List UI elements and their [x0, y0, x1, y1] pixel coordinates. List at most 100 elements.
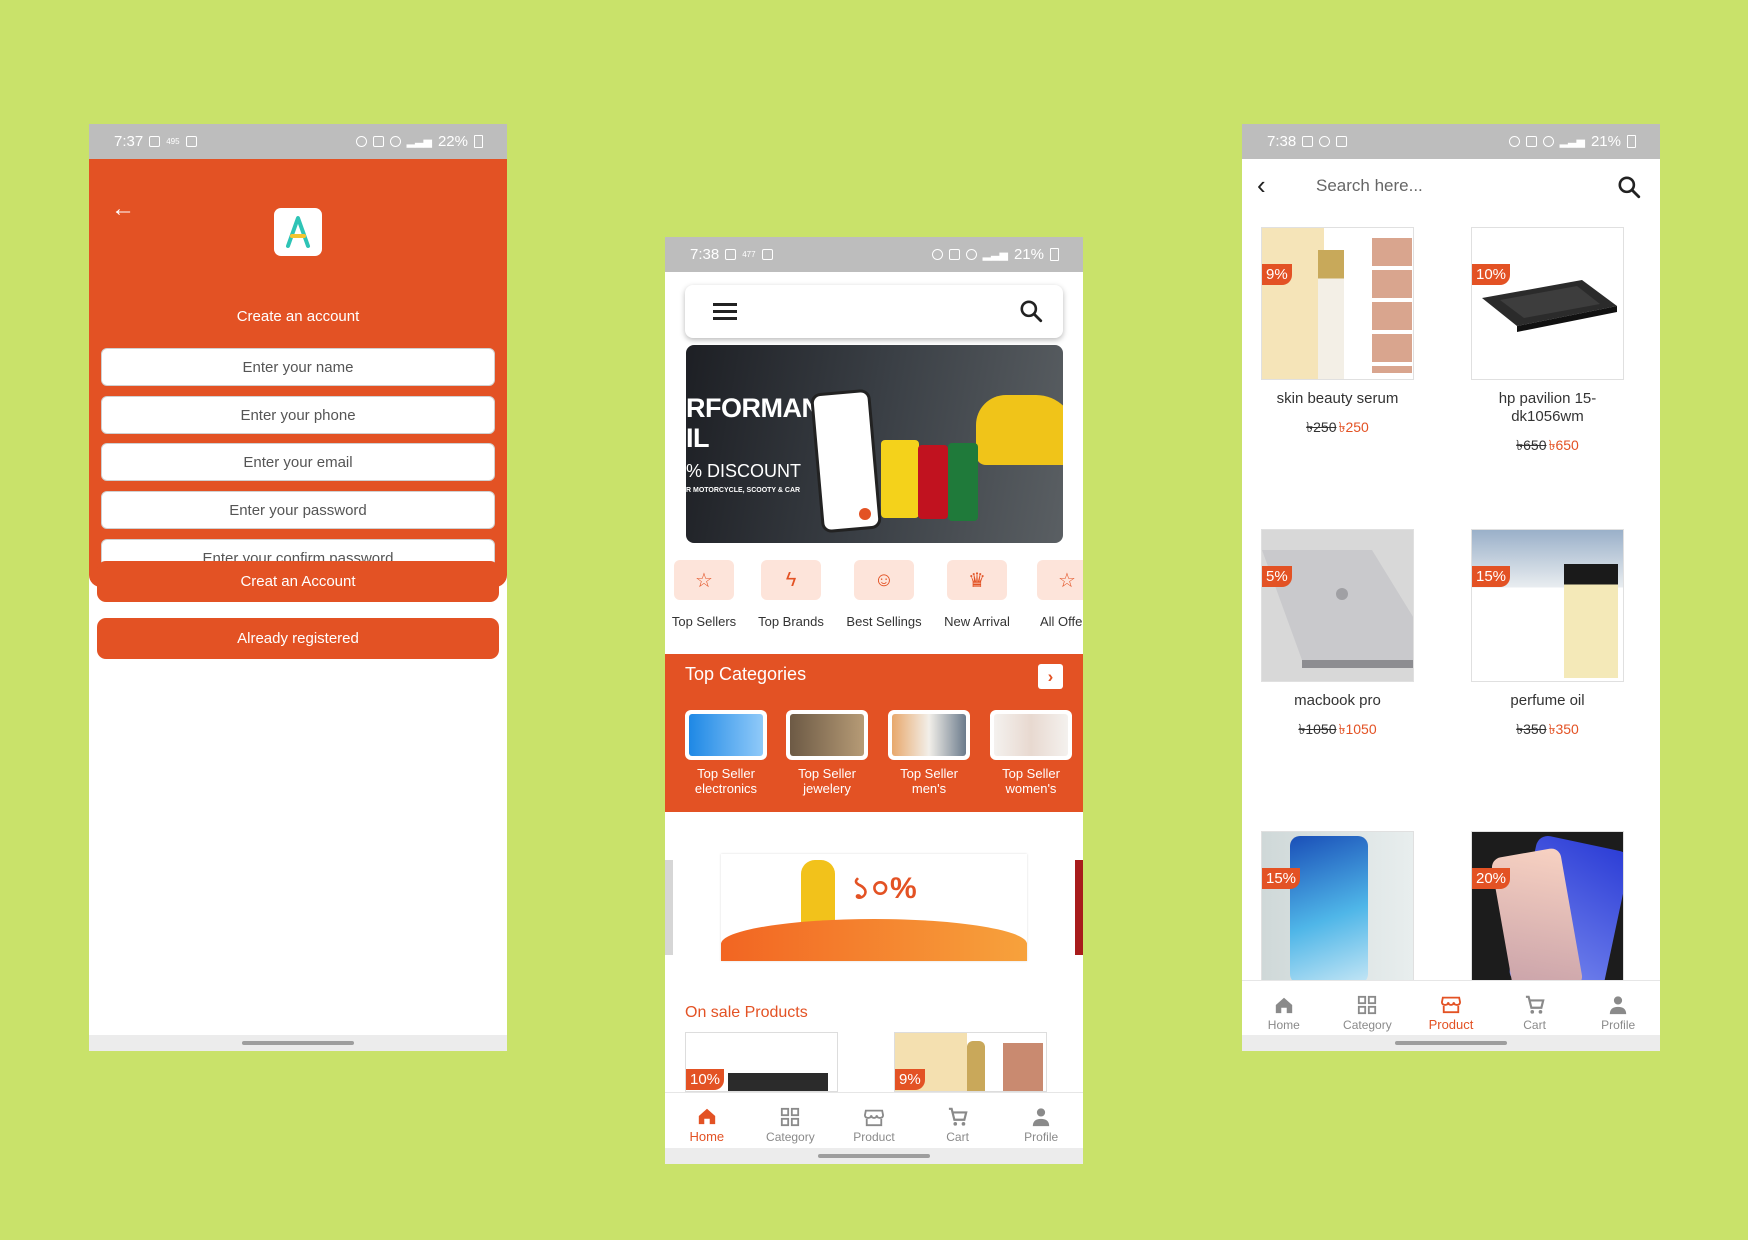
smile-icon: ☺	[854, 560, 914, 600]
quick-link-label: New Arrival	[944, 614, 1010, 629]
nav-label: Product	[1428, 1017, 1474, 1032]
register-header: ← Create an account Enter your name Ente…	[89, 159, 507, 587]
discount-badge: 10%	[686, 1069, 725, 1090]
status-time: 7:38	[690, 246, 720, 263]
signal-icon: ▂▃▅	[1559, 136, 1585, 148]
skin-image	[1372, 238, 1412, 373]
hero-banner[interactable]: RFORMANCE IL % DISCOUNT R MOTORCYCLE, SC…	[686, 345, 1063, 543]
serum-box-image	[1262, 228, 1324, 379]
search-input[interactable]: Search here...	[1316, 176, 1423, 196]
grid-icon	[781, 1107, 800, 1126]
gesture-bar	[665, 1148, 1083, 1164]
wifi-icon	[965, 249, 977, 260]
image-icon	[761, 249, 773, 260]
trophy-icon: ♛	[947, 560, 1007, 600]
product-card[interactable]: 10% hp pavilion 15-dk1056wm ৳650 ৳650	[1471, 227, 1624, 458]
nav-label: Profile	[1024, 1129, 1059, 1144]
battery-icon	[474, 135, 483, 148]
check-icon	[725, 249, 737, 260]
top-categories-section: Top Categories › Top Seller electronics …	[665, 654, 1083, 812]
arrow-left-icon[interactable]: ←	[111, 197, 135, 221]
chevron-right-icon[interactable]: ›	[1038, 664, 1063, 689]
nav-label: Profile	[1601, 1017, 1636, 1032]
wifi-icon	[1542, 136, 1554, 147]
product-price: ৳650 ৳650	[1471, 434, 1624, 458]
status-time: 7:38	[1267, 133, 1297, 150]
check-icon	[1302, 136, 1314, 147]
status-bar: 7:38 ▂▃▅ 21%	[1242, 124, 1660, 159]
carousel-indicator	[859, 508, 871, 520]
mute-icon	[372, 136, 384, 147]
store-icon	[863, 1109, 884, 1126]
discount-badge: 15%	[1472, 566, 1511, 587]
laptop-image	[728, 1073, 828, 1091]
category-card[interactable]: Top Seller men's	[888, 710, 970, 796]
category-card[interactable]: Top Seller women's	[990, 710, 1072, 796]
product-card[interactable]: 9% skin beauty serum ৳250 ৳250	[1261, 227, 1414, 440]
search-bar: ‹ Search here...	[1242, 159, 1660, 214]
product-card[interactable]: 15%	[1261, 831, 1414, 984]
macbook-image	[1262, 550, 1413, 668]
old-price: ৳350	[1516, 721, 1547, 737]
email-field[interactable]: Enter your email	[101, 443, 495, 481]
alarm-icon	[1508, 136, 1520, 147]
battery-icon	[1050, 248, 1059, 261]
menu-icon[interactable]	[713, 303, 737, 321]
nav-label: Category	[766, 1129, 815, 1144]
quick-link-new-arrival[interactable]: ♛ New Arrival	[933, 560, 1021, 629]
product-name: hp pavilion 15-dk1056wm	[1498, 390, 1597, 425]
person-icon	[1032, 1107, 1050, 1126]
phone-mock-image	[810, 388, 882, 534]
product-card[interactable]: 20%	[1471, 831, 1624, 984]
product-image: 15%	[1261, 831, 1414, 984]
search-icon[interactable]	[1018, 298, 1044, 324]
alarm-icon	[931, 249, 943, 260]
carousel-edge	[1075, 860, 1083, 955]
mute-icon	[948, 249, 960, 260]
sale-product-card[interactable]: 9%	[894, 1032, 1047, 1092]
carousel-edge	[665, 860, 673, 955]
quick-link-top-brands[interactable]: ϟ Top Brands	[747, 560, 835, 629]
quick-link-best-sellings[interactable]: ☺ Best Sellings	[840, 560, 928, 629]
status-time: 7:37	[114, 133, 144, 150]
status-bar: 7:37 495 ▂▃▅ 22%	[89, 124, 507, 159]
page-title: Create an account	[236, 308, 360, 325]
name-field[interactable]: Enter your name	[101, 348, 495, 386]
register-screen: 7:37 495 ▂▃▅ 22% ← Create an account Ent…	[89, 124, 507, 1051]
category-card[interactable]: Top Seller jewelery	[786, 710, 868, 796]
star-icon: ☆	[1037, 560, 1083, 600]
promo-banner[interactable]: ১০%	[721, 854, 1027, 961]
hero-text-line3: % DISCOUNT	[686, 461, 802, 481]
sale-product-card[interactable]: 10%	[685, 1032, 838, 1092]
already-registered-button[interactable]: Already registered	[97, 618, 499, 659]
password-field[interactable]: Enter your password	[101, 491, 495, 529]
quick-link-top-sellers[interactable]: ☆ Top Sellers	[665, 560, 748, 629]
net-speed: 495	[166, 136, 180, 146]
discount-badge: 10%	[1472, 264, 1511, 285]
mute-icon	[1525, 136, 1537, 147]
hero-text-line2: IL	[686, 423, 710, 453]
perfume-bottle-image	[1564, 564, 1618, 678]
check-icon	[149, 136, 161, 147]
category-image	[888, 710, 970, 760]
current-price: ৳350	[1548, 721, 1579, 737]
home-icon	[698, 1108, 715, 1125]
alarm-icon	[355, 136, 367, 147]
oil-bottle-image	[881, 440, 919, 518]
skin-image	[1003, 1043, 1043, 1091]
promo-wave	[721, 919, 1027, 961]
quick-link-label: All Offe	[1040, 614, 1083, 629]
quick-link-all-offers[interactable]: ☆ All Offe	[1026, 560, 1083, 629]
create-account-button[interactable]: Creat an Account	[97, 561, 499, 602]
category-image	[990, 710, 1072, 760]
product-card[interactable]: 5% macbook pro ৳1050 ৳1050	[1261, 529, 1414, 742]
phone-field[interactable]: Enter your phone	[101, 396, 495, 434]
top-search-bar	[685, 285, 1063, 338]
current-price: ৳1050	[1338, 721, 1377, 737]
grid-icon	[1358, 995, 1377, 1014]
category-card[interactable]: Top Seller electronics	[685, 710, 767, 796]
chevron-left-icon[interactable]: ‹	[1257, 172, 1266, 198]
quick-link-label: Top Brands	[758, 614, 824, 629]
product-card[interactable]: 15% perfume oil ৳350 ৳350	[1471, 529, 1624, 742]
search-icon[interactable]	[1616, 174, 1642, 200]
